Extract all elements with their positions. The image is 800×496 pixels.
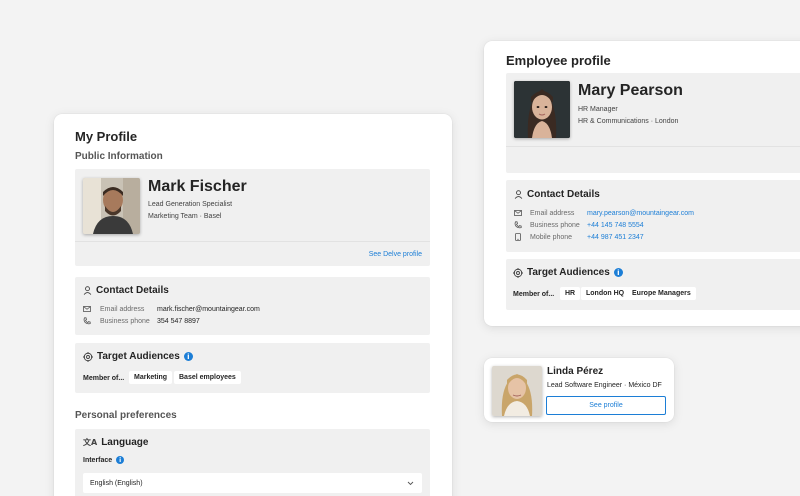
- employee-header-divider: [506, 146, 800, 147]
- interface-language-select[interactable]: English (English): [83, 473, 422, 493]
- audience-chip: Europe Managers: [627, 287, 696, 300]
- employee-contact-panel: Contact Details Email address mary.pears…: [506, 180, 800, 252]
- phone-icon: [83, 317, 91, 325]
- person-mini-card: Linda Pérez Lead Software Engineer · Méx…: [484, 358, 674, 422]
- employee-contact-heading: Contact Details: [514, 189, 600, 200]
- target-audiences-heading: Target Audiences i: [83, 351, 193, 362]
- mail-icon: [83, 305, 91, 313]
- employee-audiences-panel: Target Audiences i Member of... HR Londo…: [506, 259, 800, 310]
- business-phone-label: Business phone: [100, 318, 150, 325]
- language-title: Language: [101, 437, 149, 448]
- my-profile-card: My Profile Public Information Mark Fisch…: [54, 114, 452, 496]
- phone-icon: [514, 221, 522, 229]
- see-profile-button[interactable]: See profile: [546, 396, 666, 415]
- employee-team-location: HR & Communications · London: [578, 118, 679, 125]
- contact-details-heading: Contact Details: [83, 285, 169, 296]
- employee-email-label: Email address: [530, 210, 575, 217]
- linda-perez-avatar: [492, 366, 542, 416]
- profile-name: Mark Fischer: [148, 178, 247, 195]
- contact-details-panel: Contact Details Email address mark.fisch…: [75, 277, 430, 335]
- mark-fischer-avatar: [83, 178, 140, 234]
- person-icon: [514, 190, 523, 199]
- public-information-label: Public Information: [75, 151, 163, 162]
- target-icon: [513, 267, 523, 278]
- audience-chip: Marketing: [129, 371, 173, 384]
- interface-heading: Interface i: [83, 456, 125, 464]
- audience-chip: HR: [560, 287, 581, 300]
- person-icon: [83, 286, 92, 295]
- audience-chip: London HQ: [581, 287, 630, 300]
- employee-name: Mary Pearson: [578, 82, 683, 99]
- employee-mobile-link[interactable]: +44 987 451 2347: [587, 234, 644, 241]
- mobile-phone-icon: [514, 233, 522, 241]
- email-address-value: mark.fischer@mountaingear.com: [157, 306, 260, 313]
- employee-contact-title: Contact Details: [527, 189, 600, 200]
- target-icon: [83, 351, 93, 362]
- translate-icon: 文A: [83, 438, 98, 447]
- chevron-down-icon: [407, 481, 414, 486]
- my-profile-title: My Profile: [75, 129, 138, 144]
- employee-email-link[interactable]: mary.pearson@mountaingear.com: [587, 210, 694, 217]
- profile-team-location: Marketing Team · Basel: [148, 213, 222, 220]
- target-audiences-panel: Target Audiences i Member of... Marketin…: [75, 343, 430, 393]
- profile-header-panel: Mark Fischer Lead Generation Specialist …: [75, 169, 430, 266]
- language-heading: 文A Language: [83, 437, 148, 448]
- info-icon[interactable]: i: [613, 268, 623, 277]
- interface-language-value: English (English): [90, 479, 143, 487]
- language-panel: 文A Language Interface i English (English…: [75, 429, 430, 496]
- employee-header-panel: Mary Pearson HR Manager HR & Communicati…: [506, 73, 800, 173]
- business-phone-value: 354 547 8897: [157, 318, 200, 325]
- info-icon[interactable]: i: [183, 352, 193, 361]
- member-of-label: Member of...: [513, 291, 555, 298]
- member-of-label: Member of...: [83, 375, 125, 382]
- employee-job-title: HR Manager: [578, 106, 618, 113]
- interface-label: Interface: [83, 456, 113, 464]
- see-delve-profile-link[interactable]: See Delve profile: [369, 251, 422, 258]
- mail-icon: [514, 209, 522, 217]
- target-audiences-title: Target Audiences: [97, 351, 180, 362]
- employee-profile-card: Employee profile Mary Pearson HR Manager…: [484, 41, 800, 326]
- employee-audiences-heading: Target Audiences i: [513, 267, 623, 278]
- employee-profile-title: Employee profile: [506, 53, 611, 68]
- email-address-label: Email address: [100, 306, 145, 313]
- profile-header-divider: [75, 241, 430, 242]
- info-icon[interactable]: i: [116, 456, 125, 464]
- personal-preferences-label: Personal preferences: [75, 410, 177, 421]
- contact-details-title: Contact Details: [96, 285, 169, 296]
- mini-card-name: Linda Pérez: [547, 366, 604, 377]
- employee-mobile-label: Mobile phone: [530, 234, 573, 241]
- employee-audiences-title: Target Audiences: [527, 267, 610, 278]
- mary-pearson-avatar: [514, 81, 570, 138]
- employee-phone-label: Business phone: [530, 222, 580, 229]
- audience-chip: Basel employees: [174, 371, 241, 384]
- employee-phone-link[interactable]: +44 145 748 5554: [587, 222, 644, 229]
- mini-card-subtitle: Lead Software Engineer · México DF: [547, 382, 662, 389]
- profile-job-title: Lead Generation Specialist: [148, 201, 233, 208]
